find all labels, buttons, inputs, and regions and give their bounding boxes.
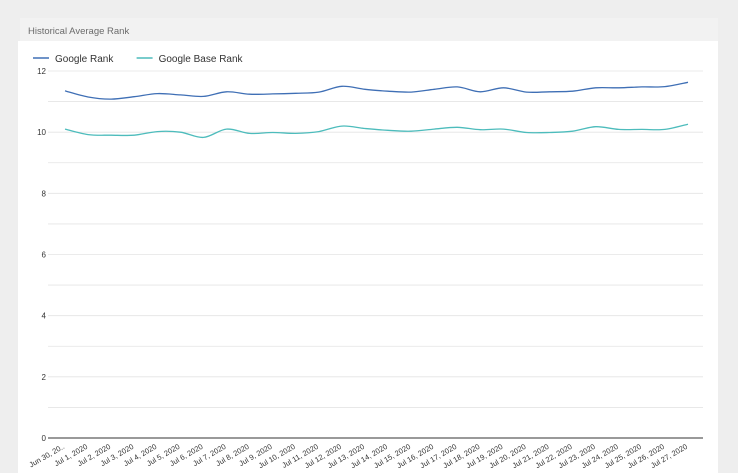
line-chart: 024681012Jun 30, 20..Jul 1, 2020Jul 2, 2… — [28, 54, 703, 470]
y-tick-label: 4 — [42, 312, 47, 321]
y-tick-label: 8 — [42, 189, 47, 198]
chart-card: 0 2 4 6 8 10 12 Jun 30, 20.. Jul 1, 2020 Jul 2, 2… — [18, 41, 718, 473]
y-tick-label: 6 — [42, 251, 47, 260]
y-tick-label: 2 — [42, 373, 47, 382]
series-line-google-rank — [64, 81, 689, 100]
panel-title: Historical Average Rank — [28, 26, 130, 37]
y-tick-label: 10 — [37, 128, 46, 137]
legend-label[interactable]: Google Rank — [55, 54, 114, 65]
y-tick-label: 0 — [42, 434, 47, 443]
y-tick-label: 12 — [37, 67, 46, 76]
series-line-google-base-rank — [64, 123, 689, 139]
legend-label[interactable]: Google Base Rank — [159, 54, 244, 65]
